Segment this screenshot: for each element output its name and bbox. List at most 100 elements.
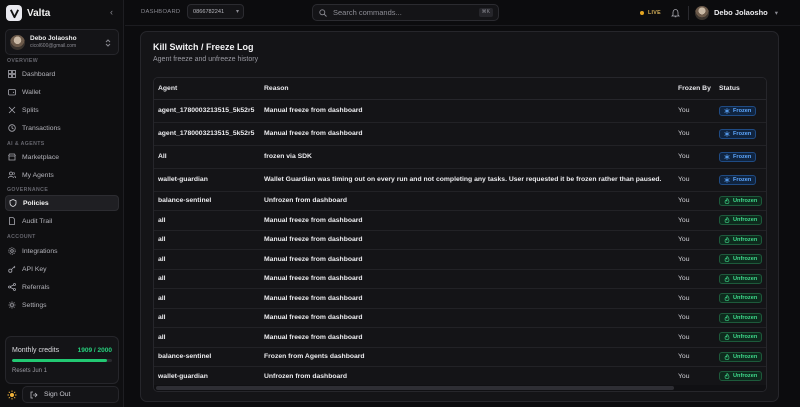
grid-icon bbox=[8, 70, 16, 78]
status-badge: Frozen bbox=[719, 128, 757, 139]
cell-frozen-by: You bbox=[674, 347, 715, 367]
status-label: Unfrozen bbox=[733, 314, 758, 321]
sidebar-item-splits[interactable]: Splits bbox=[5, 102, 119, 118]
avatar bbox=[695, 5, 709, 20]
status-label: Unfrozen bbox=[733, 217, 758, 224]
sidebar-item-wallet[interactable]: Wallet bbox=[5, 84, 119, 100]
cell-frozen-by: You bbox=[674, 230, 715, 250]
table-row[interactable]: all Manual freeze from dashboard You Unfroz… bbox=[154, 327, 766, 348]
cell-status: Unfrozen bbox=[715, 308, 766, 328]
table-body: agent_1780003213515_5k52r5 Manual freeze … bbox=[154, 99, 766, 387]
cell-agent: All bbox=[154, 145, 260, 169]
table-row[interactable]: all Manual freeze from dashboard You Unfroz… bbox=[154, 230, 766, 250]
cell-frozen-by: You bbox=[674, 145, 715, 169]
cell-agent: balance-sentinel bbox=[154, 191, 260, 211]
user-card[interactable]: Debo Jolaosho cicol600@gmail.com bbox=[5, 29, 119, 55]
status-label: Unfrozen bbox=[733, 197, 758, 204]
cell-reason: Frozen from Agents dashboard bbox=[260, 347, 674, 367]
search-input[interactable]: Search commands... ⌘K bbox=[312, 4, 499, 21]
chevron-left-icon[interactable]: ‹ bbox=[110, 7, 113, 17]
credits-count: 1909 / 2000 bbox=[77, 347, 112, 354]
cell-status: Unfrozen bbox=[715, 249, 766, 270]
cell-reason: Manual freeze from dashboard bbox=[260, 249, 674, 270]
sidebar-item-dashboard[interactable]: Dashboard bbox=[5, 66, 119, 82]
scrollbar-thumb[interactable] bbox=[156, 386, 674, 390]
sidebar-item-integrations[interactable]: Integrations bbox=[5, 243, 119, 259]
status-badge: Frozen bbox=[719, 174, 757, 185]
status-badge: Frozen bbox=[719, 151, 757, 162]
cell-agent: agent_1780003213515_5k52r5 bbox=[154, 99, 260, 123]
sidebar-item-label: Marketplace bbox=[22, 153, 60, 161]
shield-icon bbox=[9, 199, 17, 207]
table-row[interactable]: balance-sentinel Frozen from Agents dashb… bbox=[154, 347, 766, 367]
sidebar-item-policies[interactable]: Policies bbox=[5, 195, 119, 211]
cell-reason: Manual freeze from dashboard bbox=[260, 230, 674, 250]
cell-agent: all bbox=[154, 269, 260, 289]
table-row[interactable]: all Manual freeze from dashboard You Unfroz… bbox=[154, 249, 766, 270]
account-select[interactable]: 0866782241 ▾ bbox=[187, 4, 244, 19]
sidebar-item-transactions[interactable]: Transactions bbox=[5, 120, 119, 136]
bell-icon[interactable] bbox=[671, 8, 680, 18]
table-row[interactable]: wallet-guardian Wallet Guardian was timin… bbox=[154, 168, 766, 192]
section-governance: GOVERNANCE bbox=[7, 187, 49, 193]
table-row[interactable]: all Manual freeze from dashboard You Unfroz… bbox=[154, 288, 766, 309]
status-label: Unfrozen bbox=[733, 334, 758, 341]
cell-status: Frozen bbox=[715, 99, 766, 123]
status-label: Unfrozen bbox=[733, 373, 758, 380]
live-label: LIVE bbox=[648, 10, 661, 16]
user-email: cicol600@gmail.com bbox=[30, 43, 77, 49]
table-row[interactable]: agent_1780003213515_5k52r5 Manual freeze … bbox=[154, 122, 766, 146]
sidebar-item-label: Referrals bbox=[22, 283, 50, 291]
sidebar-item-referrals[interactable]: Referrals bbox=[5, 279, 119, 295]
sidebar-item-label: Splits bbox=[22, 106, 39, 114]
table-row[interactable]: agent_1780003213515_5k52r5 Manual freeze … bbox=[154, 99, 766, 123]
sidebar-item-audit-trail[interactable]: Audit Trail bbox=[5, 213, 119, 229]
cell-frozen-by: You bbox=[674, 249, 715, 270]
freeze-log-table-container[interactable]: Agent Reason Frozen By Status agent_1780… bbox=[153, 77, 767, 392]
sidebar-item-label: Transactions bbox=[22, 124, 61, 132]
cell-reason: Manual freeze from dashboard bbox=[260, 122, 674, 146]
status-badge: Unfrozen bbox=[719, 332, 763, 343]
brand[interactable]: Valta bbox=[6, 4, 50, 22]
cell-frozen-by: You bbox=[674, 99, 715, 123]
sidebar-item-marketplace[interactable]: Marketplace bbox=[5, 149, 119, 165]
flame-icon bbox=[724, 295, 730, 302]
sign-out-button[interactable]: Sign Out bbox=[22, 386, 119, 403]
sidebar-item-label: Policies bbox=[23, 199, 49, 207]
cell-agent: wallet-guardian bbox=[154, 168, 260, 192]
table-row[interactable]: All frozen via SDK You Frozen bbox=[154, 145, 766, 169]
cell-frozen-by: You bbox=[674, 210, 715, 231]
table-row[interactable]: all Manual freeze from dashboard You Unfroz… bbox=[154, 210, 766, 231]
cell-agent: all bbox=[154, 308, 260, 328]
table-row[interactable]: all Manual freeze from dashboard You Unfroz… bbox=[154, 269, 766, 289]
snowflake-icon bbox=[724, 107, 730, 114]
cell-status: Frozen bbox=[715, 145, 766, 169]
sidebar-item-my-agents[interactable]: My Agents bbox=[5, 167, 119, 183]
table-row[interactable]: all Manual freeze from dashboard You Unfroz… bbox=[154, 308, 766, 328]
sidebar-item-api-key[interactable]: API Key bbox=[5, 261, 119, 277]
wallet-icon bbox=[8, 89, 16, 96]
cell-reason: frozen via SDK bbox=[260, 145, 674, 169]
valta-logo-icon bbox=[6, 5, 22, 21]
sidebar-item-settings[interactable]: Settings bbox=[5, 297, 119, 313]
table-row[interactable]: balance-sentinel Unfrozen from dashboard Y… bbox=[154, 191, 766, 211]
cell-reason: Manual freeze from dashboard bbox=[260, 99, 674, 123]
cell-reason: Manual freeze from dashboard bbox=[260, 308, 674, 328]
status-label: Frozen bbox=[733, 130, 752, 137]
freeze-log-table: Agent Reason Frozen By Status agent_1780… bbox=[154, 78, 766, 387]
cell-status: Unfrozen bbox=[715, 210, 766, 231]
status-badge: Unfrozen bbox=[719, 293, 763, 304]
cell-status: Unfrozen bbox=[715, 230, 766, 250]
breadcrumb[interactable]: DASHBOARD bbox=[141, 9, 180, 15]
status-badge: Unfrozen bbox=[719, 215, 763, 226]
horizontal-scrollbar[interactable] bbox=[154, 385, 766, 391]
flame-icon bbox=[724, 217, 730, 224]
cell-agent: all bbox=[154, 230, 260, 250]
table-row[interactable]: wallet-guardian Unfrozen from dashboard Yo… bbox=[154, 366, 766, 387]
cell-agent: all bbox=[154, 210, 260, 231]
cell-agent: agent_1780003213515_5k52r5 bbox=[154, 122, 260, 146]
status-badge: Unfrozen bbox=[719, 195, 763, 206]
user-menu[interactable]: Debo Jolaosho ▾ bbox=[695, 4, 778, 21]
theme-toggle-sun-icon[interactable] bbox=[5, 388, 19, 402]
divider bbox=[688, 6, 689, 20]
